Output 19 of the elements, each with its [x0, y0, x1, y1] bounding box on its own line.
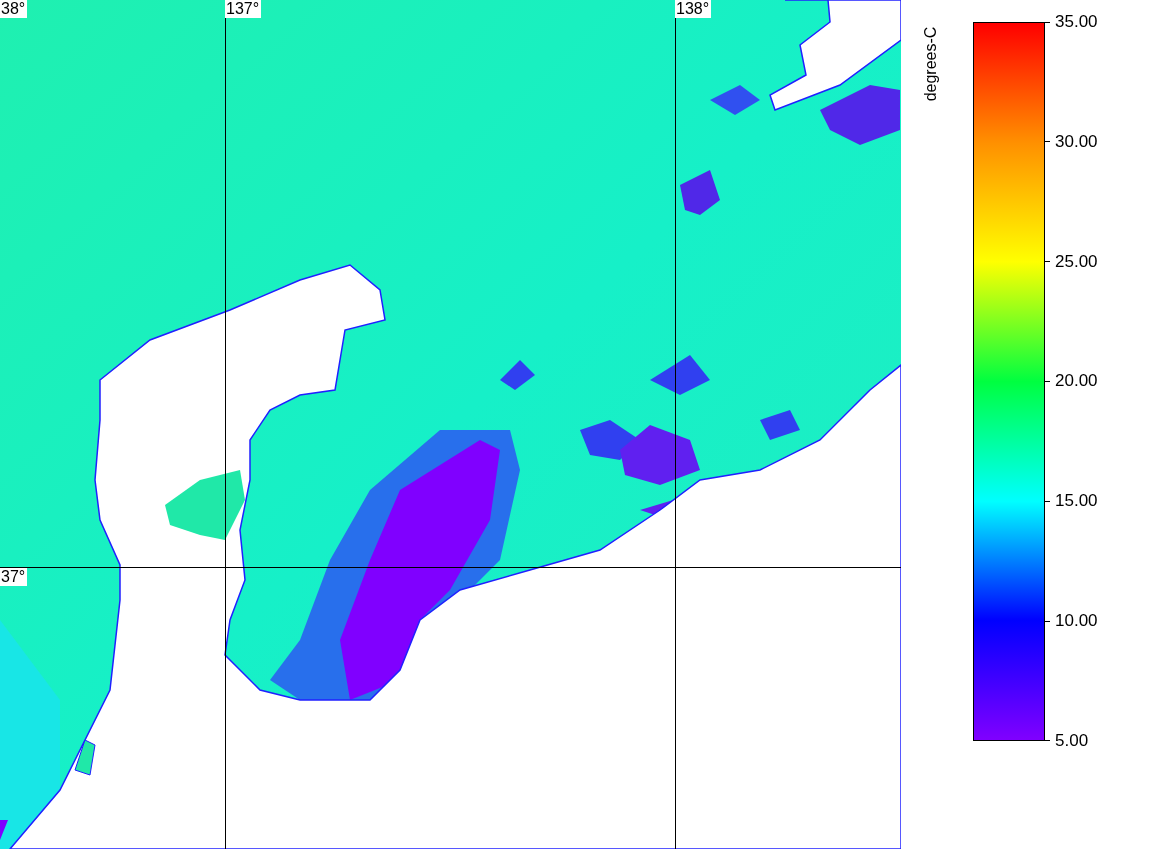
tick-mark	[1045, 381, 1050, 382]
tick-mark	[1045, 141, 1050, 143]
tick-mark	[1045, 740, 1050, 742]
tick-label: 20.00	[1055, 371, 1098, 392]
tick-label: 35.00	[1055, 12, 1098, 32]
grid-label: 37°	[0, 568, 28, 586]
grid-label: 137°	[225, 0, 262, 18]
tick-mark	[1045, 261, 1050, 263]
tick-mark	[1045, 21, 1050, 23]
tick-label: 10.00	[1055, 611, 1098, 632]
tick-mark	[1045, 620, 1050, 622]
tick-mark	[1045, 500, 1050, 502]
tick-label: 5.00	[1055, 730, 1089, 751]
grid-label: 138°	[675, 0, 712, 18]
colorbar-title: degrees-C	[922, 25, 940, 104]
tick-label: 30.00	[1055, 131, 1098, 152]
tick-label: 25.00	[1055, 251, 1098, 272]
tick-label: 15.00	[1055, 491, 1098, 512]
grid-label: 38°	[0, 0, 28, 18]
